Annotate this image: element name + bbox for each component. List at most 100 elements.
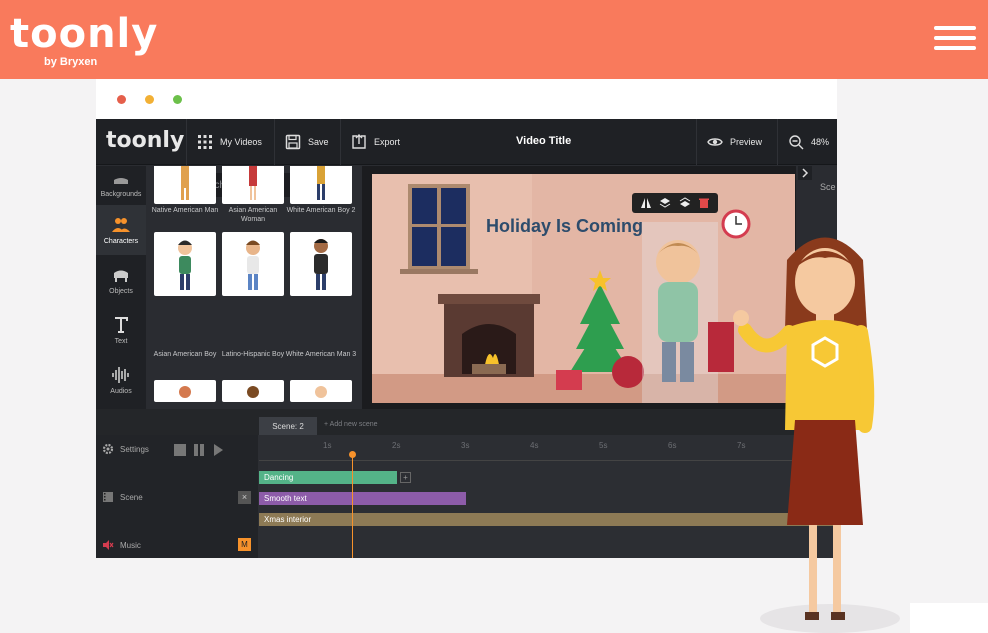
save-label: Save [308, 137, 329, 147]
editor-toolbar: toonly My Videos Save Export Video Title… [96, 119, 837, 165]
pause-icon[interactable] [193, 444, 205, 456]
sidebar-item-backgrounds[interactable]: Backgrounds [96, 158, 146, 208]
character-card[interactable] [222, 232, 284, 296]
brand-subtitle: by Bryxen [44, 56, 98, 68]
character-label: Native American Man [151, 207, 219, 214]
collapse-panel-icon[interactable] [798, 166, 812, 180]
character-thumbnail-icon [181, 166, 189, 200]
canvas-headline[interactable]: Holiday Is Coming [486, 216, 643, 237]
time-tick: 1s [323, 441, 332, 450]
asset-sidebar: Backgrounds Characters Objects Text Audi… [96, 166, 146, 409]
character-card[interactable] [154, 166, 216, 204]
brand-logo[interactable]: toonly by Bryxen [10, 11, 159, 68]
character-thumbnail-icon [246, 240, 260, 290]
backgrounds-icon [114, 178, 128, 184]
time-tick: 2s [392, 441, 401, 450]
objects-icon [114, 270, 128, 282]
export-button[interactable]: Export [340, 119, 410, 165]
time-tick: 4s [530, 441, 539, 450]
close-icon[interactable]: × [238, 491, 251, 504]
character-thumbnail-icon [178, 240, 192, 290]
corner-block [910, 603, 988, 633]
character-thumbnail-icon [315, 386, 327, 398]
sidebar-item-characters[interactable]: Characters [96, 205, 146, 255]
mute-icon[interactable] [102, 539, 114, 551]
preview-button[interactable]: Preview [696, 119, 772, 165]
flip-icon[interactable] [640, 197, 652, 209]
time-tick: 3s [461, 441, 470, 450]
music-badge[interactable]: M [238, 538, 251, 551]
settings-label: Settings [120, 445, 149, 454]
film-icon [103, 492, 113, 502]
character-card[interactable] [290, 166, 352, 204]
add-keyframe-icon[interactable]: + [400, 472, 411, 483]
playhead-handle[interactable] [349, 451, 356, 458]
sidebar-label-audios: Audios [110, 388, 132, 395]
sidebar-item-objects[interactable]: Objects [96, 255, 146, 305]
sidebar-label-objects: Objects [109, 288, 133, 295]
character-thumbnail-icon [249, 166, 257, 200]
characters-icon [112, 218, 130, 232]
settings-gear-icon[interactable] [102, 443, 114, 455]
sidebar-item-text[interactable]: Text [96, 305, 146, 355]
character-card[interactable] [290, 380, 352, 402]
grid-icon [198, 135, 212, 149]
scene-tab[interactable]: Scene: 2 [259, 417, 317, 435]
add-scene-button[interactable]: + Add new scene [324, 421, 378, 428]
zoom-value: 48% [811, 137, 830, 147]
character-label: Latino-Hispanic Boy [221, 351, 285, 358]
time-tick: 6s [668, 441, 677, 450]
text-icon [115, 317, 128, 333]
save-icon [285, 134, 301, 150]
minimize-dot-icon [145, 95, 154, 104]
add-scene-label: Add new scene [329, 421, 378, 428]
track-dancing[interactable]: Dancing [259, 471, 397, 484]
hamburger-menu-icon[interactable] [934, 26, 976, 54]
character-card[interactable] [154, 380, 216, 402]
zoom-out-icon [789, 135, 804, 150]
sidebar-label-backgrounds: Backgrounds [100, 191, 142, 198]
brand-name: toonly [10, 11, 159, 57]
close-dot-icon [117, 95, 126, 104]
export-icon [352, 134, 366, 149]
maximize-dot-icon [173, 95, 182, 104]
audios-icon [112, 367, 129, 383]
play-icon[interactable] [214, 444, 223, 456]
character-thumbnail-icon [247, 386, 259, 398]
character-thumbnail-icon [179, 386, 191, 398]
video-title[interactable]: Video Title [516, 135, 571, 147]
character-thumbnail-icon [317, 166, 325, 200]
eye-icon [707, 138, 723, 146]
music-row-label: Music [120, 541, 141, 550]
character-thumbnail-icon [314, 239, 328, 290]
time-tick: 5s [599, 441, 608, 450]
app-logo: toonly [106, 128, 185, 153]
window-chrome [96, 79, 837, 119]
character-card[interactable] [154, 232, 216, 296]
track-smooth-text[interactable]: Smooth text [259, 492, 466, 505]
my-videos-button[interactable]: My Videos [186, 119, 272, 165]
sidebar-item-audios[interactable]: Audios [96, 355, 146, 405]
character-card[interactable] [222, 166, 284, 204]
my-videos-label: My Videos [220, 137, 262, 147]
zoom-control[interactable]: 48% [777, 119, 837, 165]
export-label: Export [374, 137, 401, 147]
preview-label: Preview [730, 137, 763, 147]
save-button[interactable]: Save [274, 119, 339, 165]
character-label: Asian American Boy [153, 351, 217, 358]
playhead[interactable] [352, 455, 353, 558]
trash-icon[interactable] [698, 197, 710, 209]
scene-panel-title: Sce [820, 182, 836, 192]
sidebar-label-text: Text [114, 338, 128, 345]
character-label: Asian American Woman [228, 207, 278, 223]
character-card[interactable] [290, 232, 352, 296]
scene-row-label: Scene [120, 493, 143, 502]
stop-icon[interactable] [174, 444, 186, 456]
send-backward-icon[interactable] [679, 197, 691, 209]
bring-forward-icon[interactable] [659, 197, 671, 209]
object-toolbar [632, 193, 718, 213]
site-header: toonly by Bryxen [0, 0, 988, 79]
character-label: White American Boy 2 [286, 207, 356, 214]
timeline-row-labels: Settings Scene × Music M [96, 435, 258, 558]
character-card[interactable] [222, 380, 284, 402]
